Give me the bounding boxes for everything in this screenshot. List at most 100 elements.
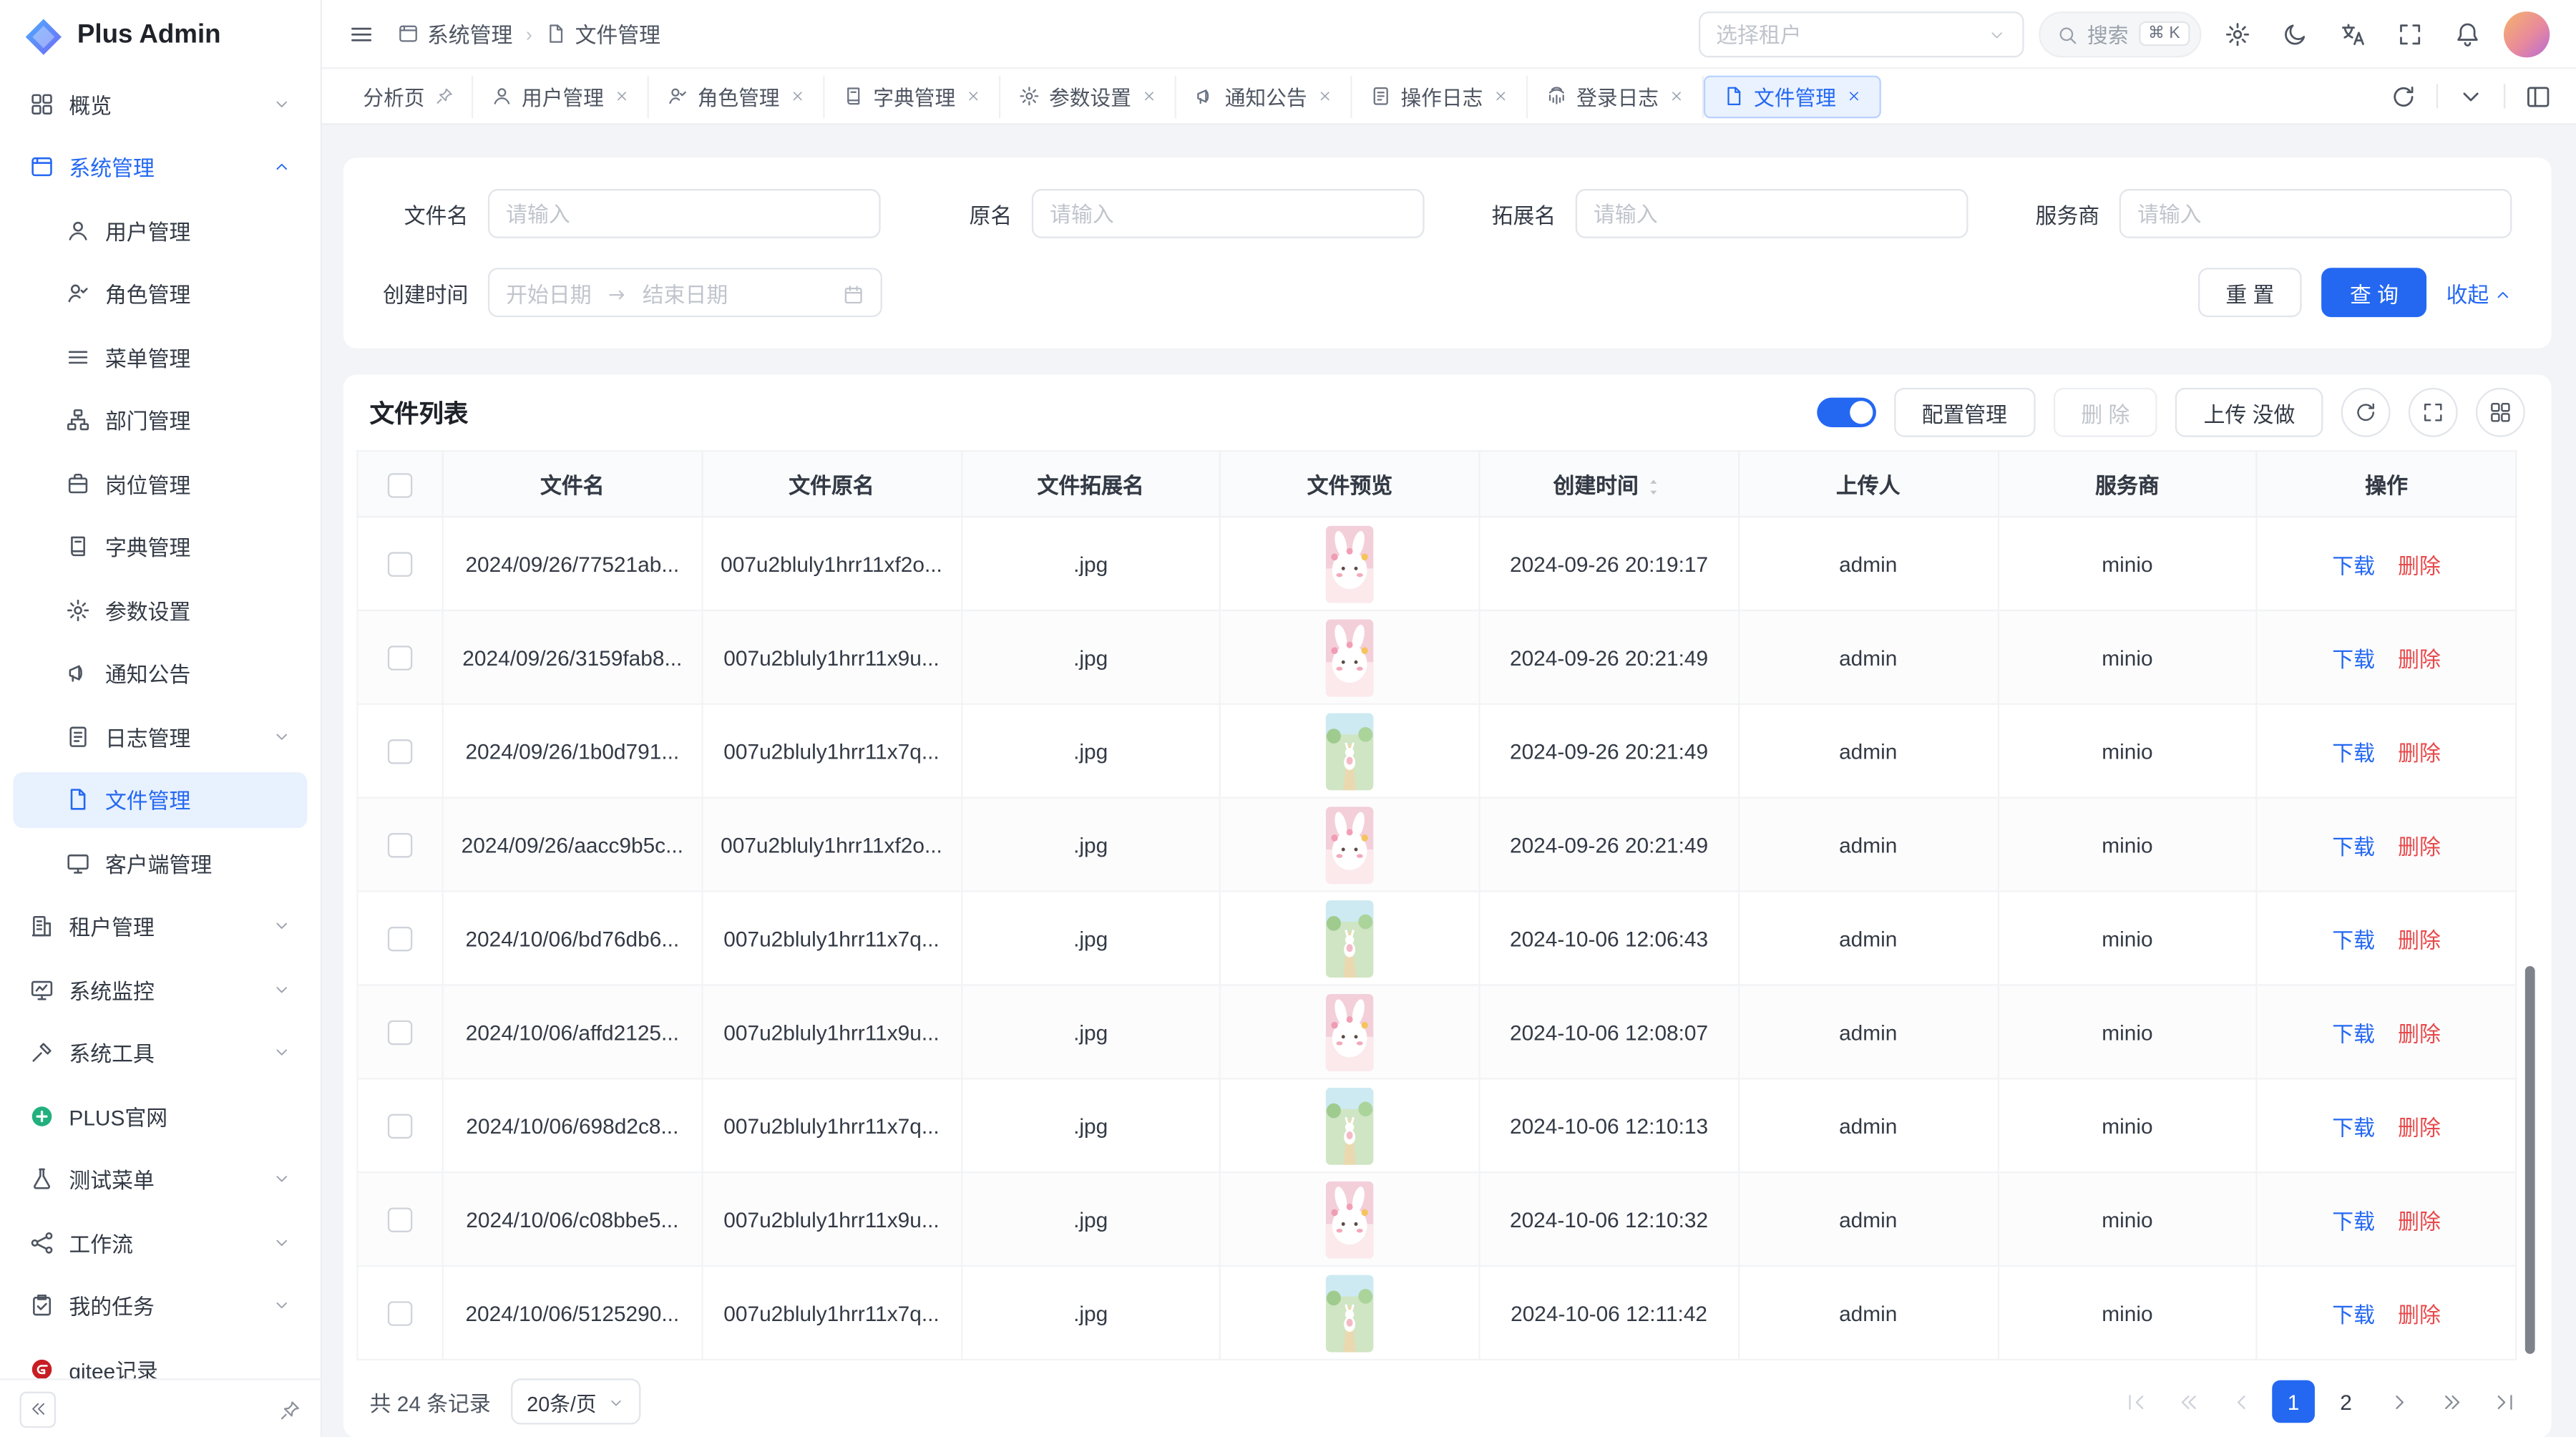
pagination-first-button[interactable] [2114, 1380, 2157, 1423]
logo-row[interactable]: Plus Admin [0, 0, 321, 72]
filter-input-file-name[interactable] [488, 189, 881, 238]
pagination-page-1[interactable]: 1 [2272, 1380, 2315, 1423]
filter-input-extension[interactable] [1576, 189, 1968, 238]
download-link[interactable]: 下载 [2332, 553, 2375, 578]
row-checkbox[interactable] [388, 646, 412, 670]
close-icon[interactable] [789, 89, 804, 104]
row-checkbox[interactable] [388, 1020, 412, 1045]
column-header[interactable]: 文件名 [443, 451, 702, 517]
delete-link[interactable]: 删除 [2398, 1209, 2441, 1233]
sidebar-item-monitor[interactable]: 系统监控 [13, 961, 307, 1017]
search-button[interactable]: 查 询 [2322, 268, 2426, 317]
close-icon[interactable] [1669, 89, 1684, 104]
delete-link[interactable]: 删除 [2398, 1021, 2441, 1046]
close-icon[interactable] [1317, 89, 1332, 104]
column-header[interactable]: 操作 [2257, 451, 2516, 517]
download-link[interactable]: 下载 [2332, 1302, 2375, 1327]
sidebar-item-gitee[interactable]: gitee记录 [13, 1340, 307, 1378]
settings-button[interactable] [2216, 12, 2259, 55]
dark-mode-button[interactable] [2274, 12, 2317, 55]
sidebar-item-post[interactable]: 岗位管理 [13, 455, 307, 511]
download-link[interactable]: 下载 [2332, 927, 2375, 952]
column-header[interactable]: 文件拓展名 [961, 451, 1220, 517]
tenant-select[interactable]: 选择租户 [1698, 11, 2024, 57]
tab-dict[interactable]: 字典管理 [824, 74, 1000, 117]
download-link[interactable]: 下载 [2332, 646, 2375, 671]
table-refresh-button[interactable] [2341, 388, 2391, 437]
pagination-last-button[interactable] [2482, 1380, 2525, 1423]
column-header[interactable]: 上传人 [1739, 451, 1998, 517]
download-link[interactable]: 下载 [2332, 1209, 2375, 1233]
row-checkbox[interactable] [388, 1301, 412, 1325]
tab-user[interactable]: 用户管理 [472, 74, 648, 117]
sidebar-toggle-button[interactable] [348, 21, 375, 47]
reset-button[interactable]: 重 置 [2197, 268, 2302, 317]
file-preview-image[interactable] [1326, 900, 1374, 977]
delete-link[interactable]: 删除 [2398, 1115, 2441, 1139]
row-checkbox[interactable] [388, 1208, 412, 1232]
row-checkbox[interactable] [388, 1114, 412, 1139]
sidebar-item-dept[interactable]: 部门管理 [13, 392, 307, 448]
sidebar-item-tasks[interactable]: 我的任务 [13, 1277, 307, 1333]
column-header[interactable]: 创建时间 [1479, 451, 1738, 517]
column-header[interactable]: 服务商 [1998, 451, 2257, 517]
fullscreen-button[interactable] [2389, 12, 2431, 55]
upload-button[interactable]: 上传 没做 [2176, 388, 2323, 437]
file-preview-image[interactable] [1326, 618, 1374, 696]
file-preview-image[interactable] [1326, 806, 1374, 883]
table-columns-button[interactable] [2476, 388, 2525, 437]
table-border-toggle[interactable] [1817, 398, 1876, 427]
avatar[interactable] [2504, 11, 2550, 57]
batch-delete-button[interactable]: 删 除 [2053, 388, 2157, 437]
filter-input-provider[interactable] [2119, 189, 2512, 238]
column-header[interactable]: 文件原名 [702, 451, 961, 517]
filter-input-original-name[interactable] [1032, 189, 1425, 238]
pagination-prev-button[interactable] [2220, 1380, 2263, 1423]
sidebar-item-tools[interactable]: 系统工具 [13, 1025, 307, 1081]
sidebar-collapse-button[interactable] [20, 1390, 57, 1427]
table-fullscreen-button[interactable] [2409, 388, 2458, 437]
sort-button[interactable] [1644, 473, 1665, 497]
pagination-next-button[interactable] [2377, 1380, 2420, 1423]
notifications-button[interactable] [2446, 12, 2489, 55]
collapse-filters-link[interactable]: 收起 [2446, 277, 2512, 308]
download-link[interactable]: 下载 [2332, 834, 2375, 858]
close-icon[interactable] [1141, 89, 1156, 104]
language-button[interactable] [2331, 12, 2374, 55]
sidebar-item-workflow[interactable]: 工作流 [13, 1214, 307, 1270]
tab-notice[interactable]: 通知公告 [1176, 74, 1352, 117]
config-manage-button[interactable]: 配置管理 [1894, 388, 2035, 437]
tab-refresh-button[interactable] [2382, 74, 2425, 117]
delete-link[interactable]: 删除 [2398, 646, 2441, 671]
row-checkbox[interactable] [388, 927, 412, 951]
file-preview-image[interactable] [1326, 1087, 1374, 1164]
sidebar-item-log[interactable]: 日志管理 [13, 708, 307, 764]
download-link[interactable]: 下载 [2332, 1021, 2375, 1046]
sidebar-item-role[interactable]: 角色管理 [13, 266, 307, 321]
file-preview-image[interactable] [1326, 993, 1374, 1071]
sidebar-item-dict[interactable]: 字典管理 [13, 518, 307, 574]
tab-analysis[interactable]: 分析页 [345, 74, 472, 117]
file-preview-image[interactable] [1326, 1181, 1374, 1258]
breadcrumb-item-file[interactable]: 文件管理 [545, 18, 660, 49]
tab-loginlog[interactable]: 登录日志 [1527, 74, 1703, 117]
column-header[interactable]: 文件预览 [1220, 451, 1479, 517]
table-scrollbar[interactable] [2525, 966, 2535, 1354]
delete-link[interactable]: 删除 [2398, 834, 2441, 858]
sidebar-item-test[interactable]: 测试菜单 [13, 1151, 307, 1207]
delete-link[interactable]: 删除 [2398, 740, 2441, 764]
sidebar-item-param[interactable]: 参数设置 [13, 582, 307, 638]
row-checkbox[interactable] [388, 739, 412, 764]
row-checkbox[interactable] [388, 833, 412, 857]
sidebar-item-tenant[interactable]: 租户管理 [13, 898, 307, 954]
sidebar-item-system[interactable]: 系统管理 [13, 139, 307, 195]
pagination-page-2[interactable]: 2 [2325, 1380, 2368, 1423]
file-preview-image[interactable] [1326, 525, 1374, 603]
download-link[interactable]: 下载 [2332, 740, 2375, 764]
sidebar-item-user[interactable]: 用户管理 [13, 202, 307, 258]
created-time-range-picker[interactable]: 开始日期 结束日期 [488, 268, 882, 317]
sidebar-item-menu[interactable]: 菜单管理 [13, 328, 307, 384]
delete-link[interactable]: 删除 [2398, 927, 2441, 952]
tab-oplog[interactable]: 操作日志 [1352, 74, 1528, 117]
close-icon[interactable] [614, 89, 629, 104]
